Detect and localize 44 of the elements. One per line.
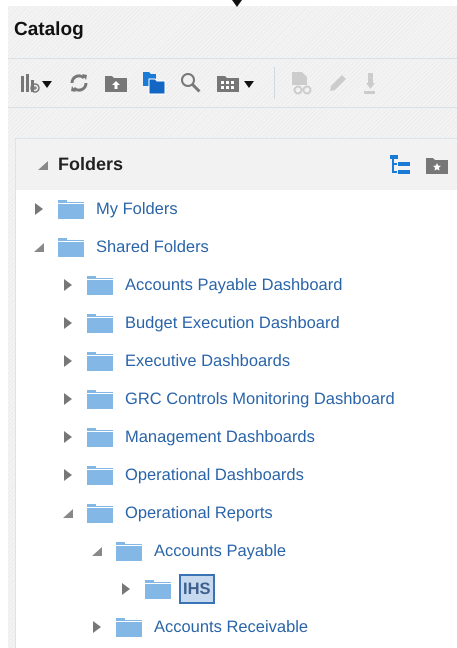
folder-icon	[116, 541, 142, 561]
expand-arrow-icon[interactable]	[63, 278, 73, 292]
chart-add-icon[interactable]	[20, 72, 54, 94]
tree-item[interactable]: GRC Controls Monitoring Dashboard	[121, 384, 399, 414]
page-title: Catalog	[14, 18, 85, 42]
collapse-arrow-icon[interactable]	[92, 544, 102, 558]
tree-item[interactable]: Operational Reports	[121, 498, 277, 528]
folder-icon	[87, 351, 113, 371]
tree-item[interactable]: My Folders	[92, 194, 182, 224]
expand-arrow-icon[interactable]	[63, 316, 73, 330]
refresh-icon[interactable]	[68, 72, 90, 94]
expand-arrow-icon[interactable]	[63, 354, 73, 368]
folder-icon	[145, 579, 171, 599]
expand-arrow-icon[interactable]	[92, 620, 102, 634]
collapse-arrow-icon[interactable]	[63, 506, 73, 520]
search-icon[interactable]	[180, 72, 202, 94]
tree-item[interactable]: IHS	[179, 574, 215, 604]
expand-arrow-icon[interactable]	[121, 582, 131, 596]
folder-icon	[116, 617, 142, 637]
tree-item[interactable]: Accounts Payable Dashboard	[121, 270, 346, 300]
folder-icon	[87, 427, 113, 447]
expand-arrow-icon[interactable]	[63, 468, 73, 482]
folder-icon	[87, 275, 113, 295]
folder-icon	[58, 199, 84, 219]
tree-item[interactable]: Shared Folders	[92, 232, 213, 262]
folder-icon	[58, 237, 84, 257]
expand-arrow-icon[interactable]	[63, 430, 73, 444]
folder-icon	[87, 389, 113, 409]
tree-view-icon[interactable]	[389, 154, 411, 176]
tree-item[interactable]: Executive Dashboards	[121, 346, 294, 376]
tree-item[interactable]: Operational Dashboards	[121, 460, 308, 490]
tree-item[interactable]: Accounts Receivable	[150, 612, 312, 642]
copy-icon[interactable]	[142, 71, 166, 95]
folder-icon	[87, 465, 113, 485]
tree-item[interactable]: Budget Execution Dashboard	[121, 308, 344, 338]
folder-icon	[87, 313, 113, 333]
tree-item[interactable]: Management Dashboards	[121, 422, 319, 452]
panel-title: Folders	[58, 153, 124, 176]
collapse-arrow-icon[interactable]	[34, 240, 44, 254]
folder-icon	[87, 503, 113, 523]
dropdown-arrow-icon[interactable]	[231, 0, 243, 8]
tree-item[interactable]: Accounts Payable	[150, 536, 290, 566]
expand-arrow-icon[interactable]	[34, 202, 44, 216]
expand-arrow-icon[interactable]	[63, 392, 73, 406]
